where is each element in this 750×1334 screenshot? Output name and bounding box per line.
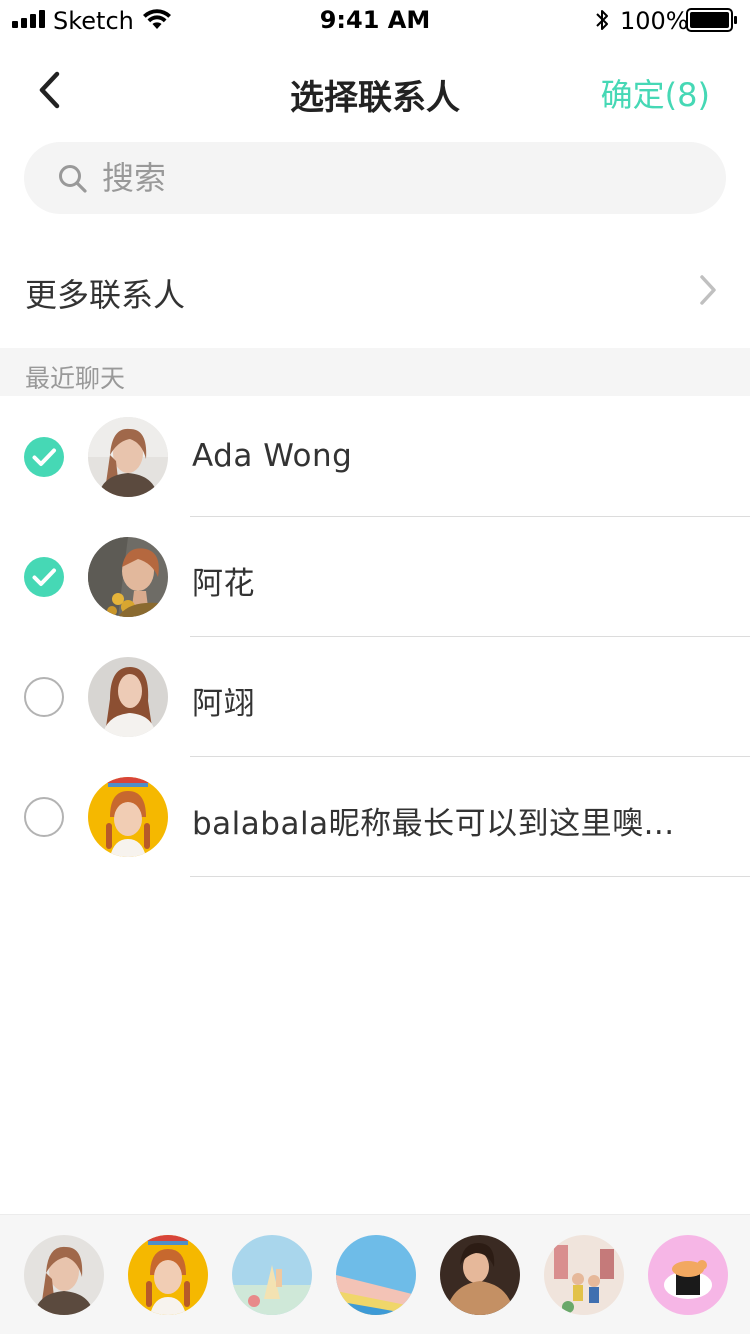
nav-bar: 选择联系人 确定(8) (0, 40, 750, 140)
avatar (88, 417, 168, 497)
divider (190, 876, 750, 877)
contact-row[interactable]: 阿花 (0, 517, 750, 637)
contact-row[interactable]: 阿翊 (0, 637, 750, 757)
confirm-button[interactable]: 确定(8) (601, 70, 710, 116)
select-contacts-screen: Sketch 9:41 AM 100% 选择联系人 确定(8) 搜索 更多联系人… (0, 0, 750, 1334)
selected-avatar[interactable] (336, 1235, 416, 1315)
selected-avatar[interactable] (544, 1235, 624, 1315)
selected-avatar[interactable] (128, 1235, 208, 1315)
contact-row[interactable]: Ada Wong (0, 397, 750, 517)
selected-avatar[interactable] (440, 1235, 520, 1315)
contact-name: 阿翊 (192, 686, 255, 722)
contact-row[interactable]: balabala昵称最长可以到这里噢... (0, 757, 750, 877)
selected-avatars-bar (0, 1214, 750, 1334)
unchecked-circle-icon[interactable] (24, 797, 64, 837)
more-contacts-row[interactable]: 更多联系人 (0, 232, 750, 348)
avatar (88, 537, 168, 617)
search-icon (59, 165, 87, 193)
unchecked-circle-icon[interactable] (24, 677, 64, 717)
more-contacts-label: 更多联系人 (25, 276, 186, 314)
search-bar[interactable] (24, 142, 726, 214)
section-title: 最近聊天 (25, 364, 126, 393)
status-bar: Sketch 9:41 AM 100% (0, 0, 750, 40)
checked-circle-icon[interactable] (24, 437, 64, 477)
contact-list: Ada Wong 阿花 阿翊 balabala昵称最长可以到这里噢... (0, 397, 750, 877)
battery-percent: 100% (620, 7, 689, 35)
section-header-recent: 最近聊天 (0, 348, 750, 396)
contact-name: balabala昵称最长可以到这里噢... (192, 806, 675, 842)
contact-name: 阿花 (192, 566, 255, 602)
chevron-right-icon (700, 275, 716, 305)
selected-avatar[interactable] (232, 1235, 312, 1315)
avatar (88, 777, 168, 857)
checked-circle-icon[interactable] (24, 557, 64, 597)
battery-icon (686, 8, 737, 32)
bluetooth-icon (596, 10, 608, 30)
selected-avatar[interactable] (24, 1235, 104, 1315)
search-input[interactable] (102, 142, 702, 214)
contact-name: Ada Wong (192, 438, 353, 474)
selected-avatar[interactable] (648, 1235, 728, 1315)
back-arrow-icon[interactable] (30, 68, 70, 112)
avatar (88, 657, 168, 737)
